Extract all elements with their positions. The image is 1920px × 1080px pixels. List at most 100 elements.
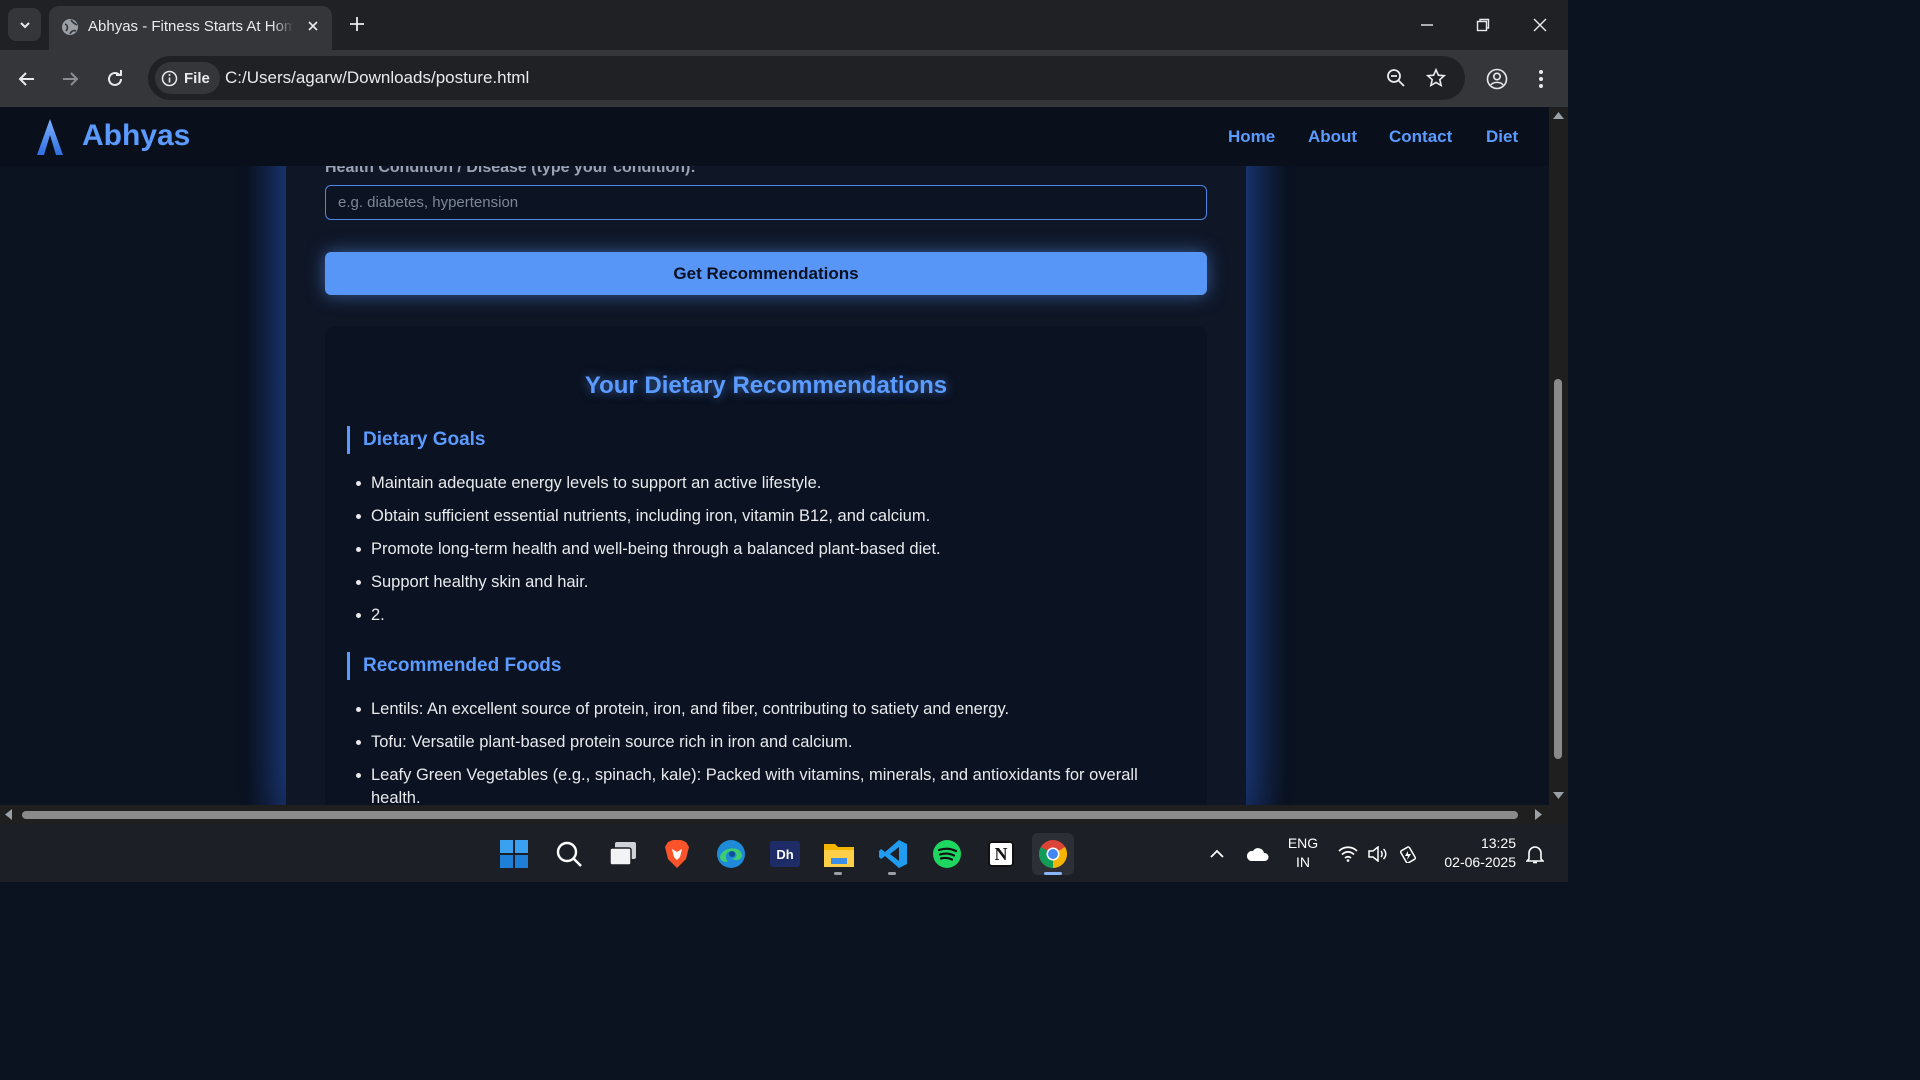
volume-icon — [1368, 846, 1387, 862]
chrome-icon — [1039, 840, 1067, 868]
brave-app[interactable] — [656, 833, 698, 875]
tab-close-button[interactable] — [302, 15, 324, 37]
browser-toolbar: File C:/Users/agarw/Downloads/posture.ht… — [0, 50, 1568, 107]
list-item: 2. — [356, 604, 941, 627]
vertical-scrollbar[interactable] — [1549, 107, 1568, 805]
site-navbar: Abhyas Home About Contact Diet — [0, 107, 1549, 166]
profile-button[interactable] — [1482, 64, 1512, 94]
more-vertical-icon — [1539, 70, 1543, 88]
tab-search-button[interactable] — [8, 8, 41, 41]
start-button[interactable] — [493, 833, 535, 875]
horizontal-scroll-thumb[interactable] — [22, 811, 1518, 819]
chevron-up-icon — [1210, 849, 1224, 858]
restore-icon — [1476, 18, 1490, 32]
browser-menu-button[interactable] — [1526, 64, 1556, 94]
address-bar[interactable]: File C:/Users/agarw/Downloads/posture.ht… — [148, 56, 1465, 100]
url-text[interactable]: C:/Users/agarw/Downloads/posture.html — [225, 68, 529, 88]
nav-contact[interactable]: Contact — [1389, 127, 1452, 147]
search-icon — [556, 841, 582, 867]
profile-icon — [1486, 68, 1508, 90]
spotify-icon — [933, 840, 961, 868]
zoom-icon — [1387, 69, 1405, 87]
nav-diet[interactable]: Diet — [1486, 127, 1518, 147]
left-glow — [246, 107, 286, 805]
plus-icon — [350, 17, 364, 31]
spotify-app[interactable] — [926, 833, 968, 875]
right-glow — [1246, 107, 1286, 805]
folder-icon — [824, 844, 854, 867]
dh-app[interactable]: Dh — [764, 833, 806, 875]
windows-taskbar: Dh N ENG IN 13:25 02-06-2025 — [0, 824, 1568, 882]
file-explorer-app[interactable] — [818, 833, 860, 875]
notifications-button[interactable] — [1522, 833, 1548, 875]
list-item: Obtain sufficient essential nutrients, i… — [356, 505, 941, 528]
page-viewport: Health Condition / Disease (type your co… — [0, 107, 1549, 805]
nav-home[interactable]: Home — [1228, 127, 1275, 147]
volume-status[interactable] — [1365, 833, 1391, 875]
back-button[interactable] — [12, 64, 42, 94]
arrow-right-icon — [63, 72, 79, 86]
chrome-app[interactable] — [1032, 833, 1074, 875]
nav-about[interactable]: About — [1308, 127, 1357, 147]
tab-title: Abhyas - Fitness Starts At Home — [88, 18, 294, 35]
browser-tabstrip: Abhyas - Fitness Starts At Home — [0, 0, 1568, 50]
vscode-app[interactable] — [872, 833, 914, 875]
bookmark-button[interactable] — [1424, 66, 1448, 90]
abhyas-logo-icon — [37, 119, 63, 155]
tray-overflow-button[interactable] — [1198, 833, 1236, 875]
wifi-status[interactable] — [1335, 833, 1361, 875]
condition-input[interactable] — [325, 185, 1207, 220]
minimize-button[interactable] — [1412, 10, 1442, 40]
horizontal-scrollbar[interactable] — [0, 805, 1549, 824]
forward-button[interactable] — [55, 64, 85, 94]
browser-tab-active[interactable]: Abhyas - Fitness Starts At Home — [49, 6, 332, 50]
reload-button[interactable] — [100, 64, 130, 94]
task-view-icon — [609, 842, 636, 866]
scroll-up-arrow-icon[interactable] — [1553, 111, 1564, 119]
language-indicator[interactable]: ENG — [1284, 835, 1322, 851]
list-item: Promote long-term health and well-being … — [356, 538, 941, 561]
star-icon — [1426, 68, 1446, 88]
site-info-chip[interactable]: File — [155, 62, 220, 94]
vscode-icon — [879, 840, 907, 868]
brave-icon — [665, 840, 689, 868]
globe-icon — [62, 19, 78, 35]
new-tab-button[interactable] — [343, 10, 371, 38]
edge-app[interactable] — [710, 833, 752, 875]
onedrive-button[interactable] — [1238, 833, 1276, 875]
vertical-scroll-thumb[interactable] — [1554, 379, 1562, 759]
recommendations-title: Your Dietary Recommendations — [584, 372, 948, 399]
section-heading-recommended-foods: Recommended Foods — [347, 652, 561, 680]
scroll-left-arrow-icon[interactable] — [4, 809, 12, 820]
task-view-button[interactable] — [602, 833, 644, 875]
clock-date[interactable]: 02-06-2025 — [1432, 854, 1532, 870]
restore-button[interactable] — [1468, 10, 1498, 40]
reload-icon — [108, 70, 122, 86]
wifi-icon — [1338, 846, 1358, 862]
bell-icon — [1526, 846, 1544, 864]
get-recommendations-button[interactable]: Get Recommendations — [325, 252, 1207, 295]
scroll-right-arrow-icon[interactable] — [1535, 809, 1543, 820]
close-window-button[interactable] — [1525, 10, 1555, 40]
clock-time[interactable]: 13:25 — [1432, 835, 1532, 851]
brand-name[interactable]: Abhyas — [82, 119, 190, 153]
scrollbar-corner — [1549, 805, 1568, 824]
region-indicator[interactable]: IN — [1284, 854, 1322, 870]
list-item: Leafy Green Vegetables (e.g., spinach, k… — [356, 764, 1171, 805]
dietary-goals-list: Maintain adequate energy levels to suppo… — [356, 472, 941, 637]
chevron-down-icon — [19, 21, 30, 28]
list-item: Support healthy skin and hair. — [356, 571, 941, 594]
battery-charging-icon — [1399, 846, 1417, 863]
zoom-button[interactable] — [1384, 66, 1408, 90]
active-indicator — [1044, 872, 1062, 875]
running-indicator — [888, 872, 896, 875]
taskbar-search-button[interactable] — [548, 833, 590, 875]
dh-app-icon: Dh — [770, 841, 800, 867]
section-heading-dietary-goals: Dietary Goals — [347, 426, 486, 454]
notion-app[interactable]: N — [980, 833, 1022, 875]
recommended-foods-list: Lentils: An excellent source of protein,… — [356, 698, 1171, 805]
recommendations-card: Your Dietary Recommendations Dietary Goa… — [325, 326, 1207, 805]
arrow-left-icon — [18, 72, 34, 86]
scroll-down-arrow-icon[interactable] — [1553, 792, 1564, 800]
battery-status[interactable] — [1395, 833, 1421, 875]
